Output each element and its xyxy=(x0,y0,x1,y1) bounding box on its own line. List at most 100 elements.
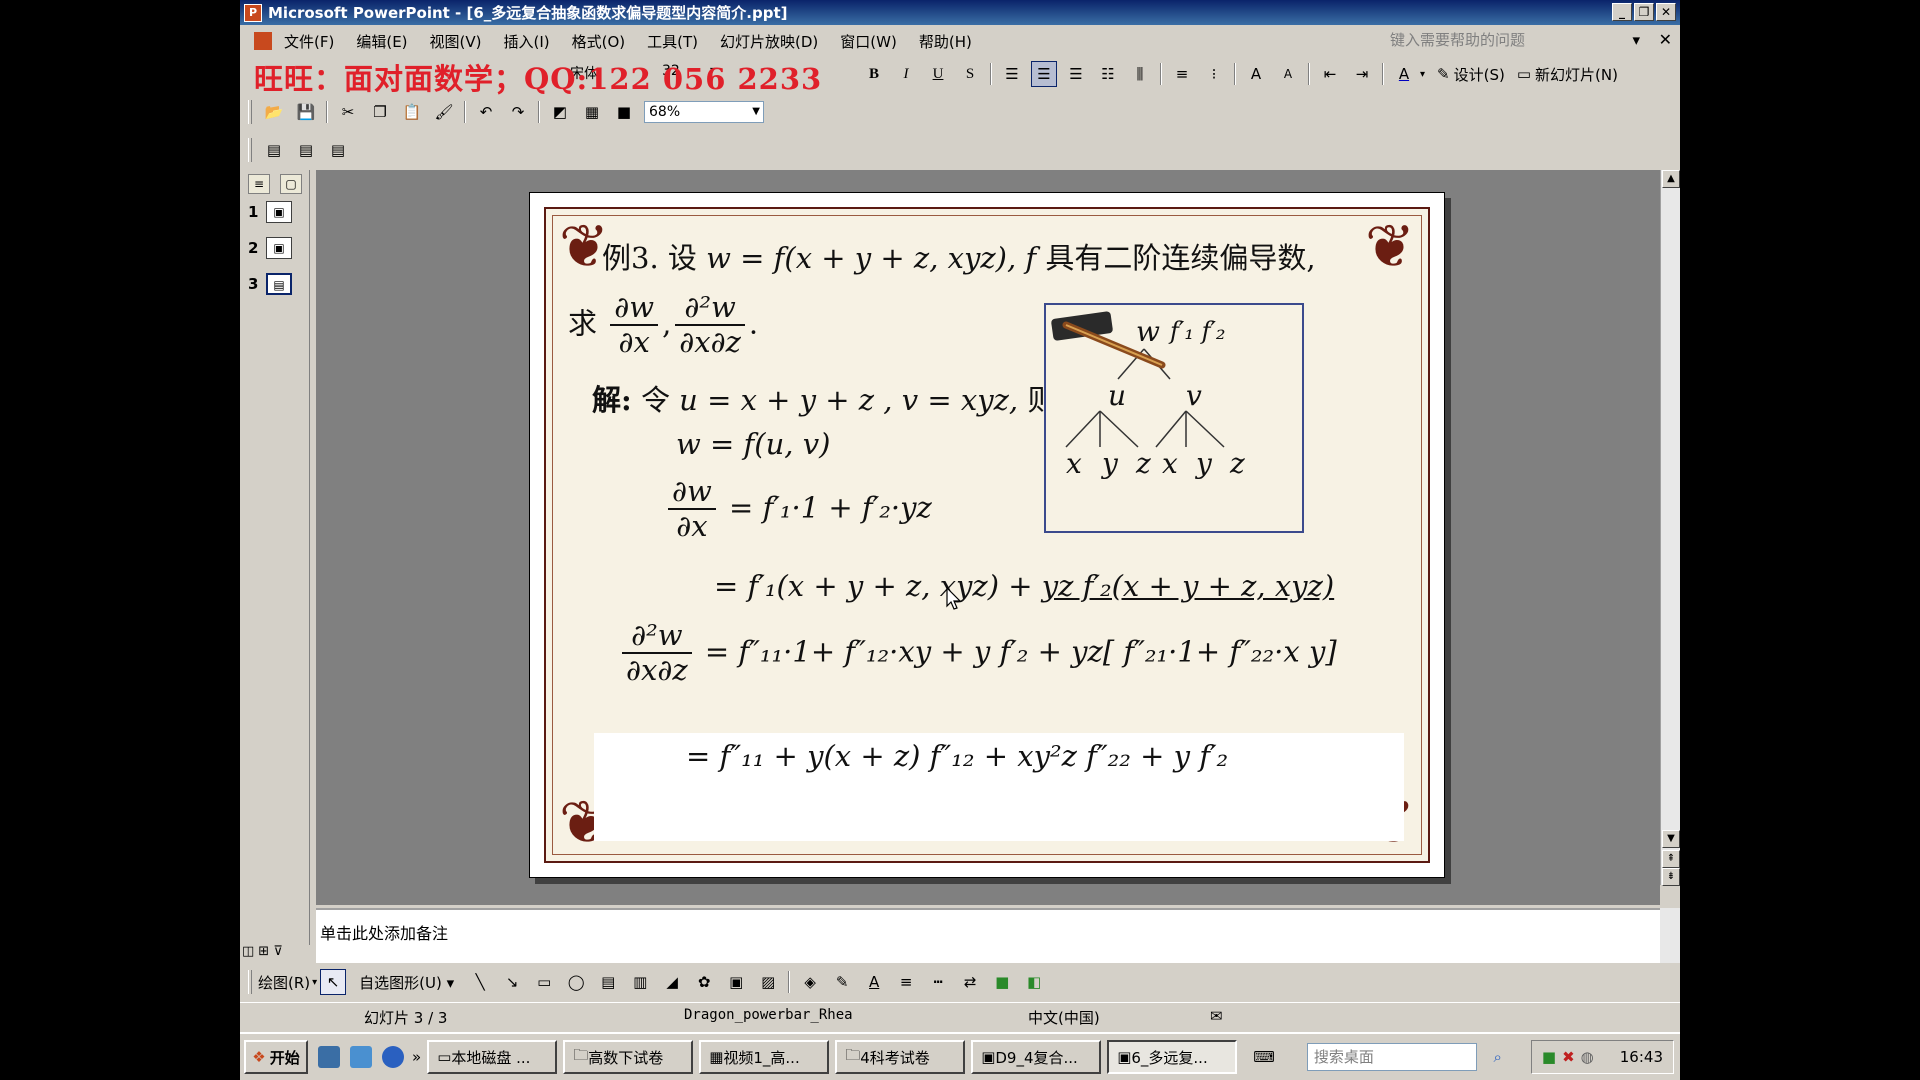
start-button[interactable]: ❖ 开始 xyxy=(244,1040,308,1074)
cut-icon[interactable]: ✂ xyxy=(335,99,361,125)
problem-statement[interactable]: 例3. 设 w = f(x + y + z, xyz), f 具有二阶连续偏导数… xyxy=(602,235,1316,277)
normal-view-icon[interactable]: ◫ xyxy=(242,944,254,959)
bullets-icon[interactable]: ⁝ xyxy=(1201,61,1227,87)
document-icon[interactable] xyxy=(254,32,272,50)
notes-pane[interactable]: 单击此处添加备注 xyxy=(316,908,1660,963)
task-button[interactable]: ▭ 本地磁盘 ... xyxy=(427,1040,558,1074)
menu-view[interactable]: 视图(V) xyxy=(430,31,482,52)
menu-slideshow[interactable]: 幻灯片放映(D) xyxy=(720,31,818,52)
redo-icon[interactable]: ↷ xyxy=(505,99,531,125)
chevron-down-icon[interactable]: ▾ xyxy=(312,977,317,988)
arrow-icon[interactable]: ↘ xyxy=(499,969,525,995)
outline-tab-icon[interactable]: ≡ xyxy=(248,174,270,194)
next-slide-icon[interactable]: ⇟ xyxy=(1662,868,1680,886)
toolbar-grip[interactable] xyxy=(248,138,252,162)
diagram-icon[interactable]: ✿ xyxy=(691,969,717,995)
close-button[interactable]: ✕ xyxy=(1656,3,1676,21)
second-derivative-equation[interactable]: ∂²w ∂x∂z = f″₁₁·1+ f″₁₂·xy + y f′₂ + yz[… xyxy=(618,618,1337,688)
justify-icon[interactable]: ☷ xyxy=(1095,61,1121,87)
task-button-active[interactable]: ▣ 6_多远复... xyxy=(1107,1040,1238,1074)
font-color-icon[interactable]: A xyxy=(861,969,887,995)
chevron-down-icon[interactable]: ▾ xyxy=(1420,69,1425,80)
solution-line[interactable]: 解: 令 u = x + y + z , v = xyz, 则 xyxy=(592,377,1056,419)
clipart-icon[interactable]: ▣ xyxy=(723,969,749,995)
shadow-button[interactable]: S xyxy=(957,61,983,87)
grid-icon[interactable]: ▦ xyxy=(579,99,605,125)
align-center-icon[interactable]: ☰ xyxy=(1031,61,1057,87)
zoom-select[interactable]: 68% ▼ xyxy=(644,101,764,123)
textbox-icon[interactable]: ▤ xyxy=(595,969,621,995)
menu-format[interactable]: 格式(O) xyxy=(572,31,626,52)
numbering-icon[interactable]: ≡ xyxy=(1169,61,1195,87)
keyboard-icon[interactable]: ⌨ xyxy=(1253,1048,1275,1066)
restore-button[interactable]: ❐ xyxy=(1634,3,1654,21)
final-equation[interactable]: = f″₁₁ + y(x + z) f″₁₂ + xy²z f″₂₂ + y f… xyxy=(686,739,1228,773)
chevron-down-icon[interactable]: ▾ xyxy=(1632,29,1640,51)
oval-icon[interactable]: ◯ xyxy=(563,969,589,995)
ime-icon[interactable]: ■ xyxy=(1542,1048,1556,1066)
fill-color-icon[interactable]: ◈ xyxy=(797,969,823,995)
help-search-input[interactable]: 键入需要帮助的问题 ▾ xyxy=(1390,29,1640,51)
distribute-icon[interactable]: ⫼ xyxy=(1127,61,1153,87)
font-color-icon[interactable]: A xyxy=(1391,61,1417,87)
underline-button[interactable]: U xyxy=(925,61,951,87)
paste-icon[interactable]: 📋 xyxy=(399,99,425,125)
slide-thumb-3[interactable]: 3 ▤ xyxy=(240,266,309,302)
internet-explorer-icon[interactable] xyxy=(382,1046,404,1068)
task-button[interactable]: ▦ 视频1_高... xyxy=(699,1040,830,1074)
arrow-style-icon[interactable]: ⇄ xyxy=(957,969,983,995)
desktop-search-input[interactable]: 搜索桌面 ⌕ xyxy=(1306,1043,1502,1071)
design-button[interactable]: ✎ 设计(S) xyxy=(1437,64,1505,85)
line-color-icon[interactable]: ✎ xyxy=(829,969,855,995)
slide-tool-icon[interactable]: ▤ xyxy=(325,137,351,163)
task-button[interactable]: ▣ D9_4复合... xyxy=(971,1040,1102,1074)
slide-thumb-1[interactable]: 1 ▣ xyxy=(240,194,309,230)
find-statement[interactable]: 求 ∂w ∂x , ∂²w ∂x∂z . xyxy=(568,290,758,360)
notes-scrollbar[interactable] xyxy=(1660,908,1680,963)
prev-slide-icon[interactable]: ⇞ xyxy=(1662,850,1680,868)
slide-tool-icon[interactable]: ▤ xyxy=(293,137,319,163)
first-derivative-equation[interactable]: ∂w ∂x = f′₁·1 + f′₂·yz xyxy=(664,474,932,544)
3d-style-icon[interactable]: ◧ xyxy=(1021,969,1047,995)
menu-help[interactable]: 帮助(H) xyxy=(919,31,972,52)
select-pointer-icon[interactable]: ↖ xyxy=(320,969,347,995)
undo-icon[interactable]: ↶ xyxy=(473,99,499,125)
menu-file[interactable]: 文件(F) xyxy=(284,31,334,52)
save-icon[interactable]: 💾 xyxy=(293,99,319,125)
network-icon[interactable]: ◍ xyxy=(1581,1048,1594,1066)
quicklaunch-icon[interactable] xyxy=(318,1046,340,1068)
menu-window[interactable]: 窗口(W) xyxy=(840,31,897,52)
decrease-font-icon[interactable]: A xyxy=(1275,61,1301,87)
toolbar-grip[interactable] xyxy=(248,970,252,994)
italic-button[interactable]: I xyxy=(893,61,919,87)
dash-style-icon[interactable]: ┅ xyxy=(925,969,951,995)
rectangle-icon[interactable]: ▭ xyxy=(531,969,557,995)
minimize-button[interactable]: _ xyxy=(1612,3,1632,21)
vertical-scrollbar[interactable]: ▲ ▼ ⇞ ⇟ xyxy=(1660,170,1680,886)
search-icon[interactable]: ⌕ xyxy=(1493,1044,1501,1070)
align-right-icon[interactable]: ☰ xyxy=(1063,61,1089,87)
align-left-icon[interactable]: ☰ xyxy=(999,61,1025,87)
slide-thumbnail[interactable]: ▣ xyxy=(266,201,292,223)
decrease-indent-icon[interactable]: ⇤ xyxy=(1317,61,1343,87)
task-button[interactable]: 🗀 4科考试卷 xyxy=(835,1040,966,1074)
autoshapes-menu[interactable]: 自选图形(U) ▾ xyxy=(359,972,454,993)
draw-menu[interactable]: 绘图(R) xyxy=(258,972,310,993)
task-button[interactable]: 🗀 高数下试卷 xyxy=(563,1040,694,1074)
scroll-up-icon[interactable]: ▲ xyxy=(1662,170,1680,188)
composition-equation[interactable]: w = f(u, v) xyxy=(676,427,830,461)
line-style-icon[interactable]: ≡ xyxy=(893,969,919,995)
slide-canvas[interactable]: ❦ ❦ ❦ ❦ 例3. 设 w = f(x + y + z, xyz), f 具… xyxy=(529,192,1445,878)
picture-icon[interactable]: ▨ xyxy=(755,969,781,995)
slide-thumbnail[interactable]: ▣ xyxy=(266,237,292,259)
shadow-style-icon[interactable]: ■ xyxy=(989,969,1015,995)
slideshow-view-icon[interactable]: ⊽ xyxy=(273,944,283,959)
increase-indent-icon[interactable]: ⇥ xyxy=(1349,61,1375,87)
menu-edit[interactable]: 编辑(E) xyxy=(356,31,407,52)
increase-font-icon[interactable]: A xyxy=(1243,61,1269,87)
variable-dependency-tree[interactable]: w f′₁ f′₂ u v x y z x y z xyxy=(1044,303,1304,533)
document-close-button[interactable]: ✕ xyxy=(1659,30,1672,49)
security-icon[interactable]: ✖ xyxy=(1562,1048,1575,1066)
open-icon[interactable]: 📂 xyxy=(261,99,287,125)
menu-insert[interactable]: 插入(I) xyxy=(504,31,550,52)
